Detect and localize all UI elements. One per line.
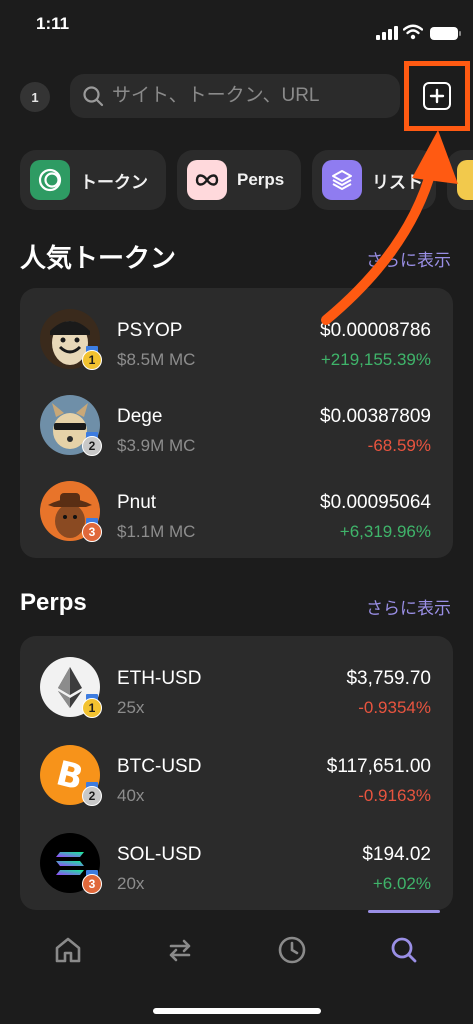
rank-badge-3: 3: [82, 518, 104, 542]
perp-name: BTC-USD: [117, 756, 202, 777]
perp-price: $117,651.00: [326, 756, 431, 777]
token-row-psyop[interactable]: 1 PSYOP $8.5M MC $0.00008786 +219,155.39…: [20, 296, 453, 382]
perp-change: -0.9354%: [358, 698, 431, 717]
token-change: +6,319.96%: [339, 522, 431, 541]
perp-change: -0.9163%: [358, 786, 431, 805]
chip-more[interactable]: [447, 150, 473, 210]
perp-row-btc[interactable]: B 2 BTC-USD 40x $117,651.00 -0.9163%: [20, 732, 453, 818]
chart-icon: [457, 160, 473, 200]
token-name: Dege: [117, 406, 163, 427]
nav-search-button[interactable]: [384, 930, 424, 970]
perp-name: ETH-USD: [117, 668, 202, 689]
token-change: -68.59%: [367, 436, 431, 455]
perp-price: $194.02: [362, 844, 431, 865]
token-name: Pnut: [117, 492, 157, 513]
chip-tokens-label: トークン: [80, 172, 148, 192]
cellular-signal-icon: [376, 26, 398, 40]
search-input[interactable]: [112, 85, 372, 107]
tab-count-button[interactable]: 1: [20, 82, 50, 112]
status-bar: 1:11: [0, 0, 473, 50]
layers-icon: [322, 160, 362, 200]
search-icon: [391, 937, 417, 963]
perp-name: SOL-USD: [117, 844, 202, 865]
nav-history-button[interactable]: [272, 930, 312, 970]
perp-row-sol[interactable]: 3 SOL-USD 20x $194.02 +6.02%: [20, 820, 453, 906]
battery-icon: [430, 27, 461, 40]
infinity-icon: [187, 160, 227, 200]
wifi-icon: [403, 24, 423, 40]
token-name: PSYOP: [117, 320, 183, 341]
token-market-cap: $8.5M MC: [117, 350, 196, 369]
new-tab-button[interactable]: [423, 82, 451, 110]
chip-tokens[interactable]: トークン: [20, 150, 166, 210]
rank-badge-1: 1: [82, 694, 104, 718]
popular-tokens-more-link[interactable]: さらに表示: [366, 246, 451, 271]
perp-row-eth[interactable]: 1 ETH-USD 25x $3,759.70 -0.9354%: [20, 644, 453, 730]
chip-perps[interactable]: Perps: [177, 150, 301, 210]
perps-card: 1 ETH-USD 25x $3,759.70 -0.9354% B 2 BTC…: [20, 636, 453, 910]
token-row-pnut[interactable]: 3 Pnut $1.1M MC $0.00095064 +6,319.96%: [20, 468, 453, 554]
perp-leverage: 20x: [117, 874, 145, 893]
chip-lists-label: リスト: [372, 172, 423, 192]
token-change: +219,155.39%: [320, 350, 431, 369]
chip-perps-label: Perps: [237, 170, 285, 189]
perp-leverage: 25x: [117, 698, 145, 717]
nav-active-indicator: [368, 910, 440, 913]
perps-more-link[interactable]: さらに表示: [366, 594, 451, 619]
rank-badge-3: 3: [82, 870, 104, 894]
token-row-dege[interactable]: 2 Dege $3.9M MC $0.00387809 -68.59%: [20, 382, 453, 468]
token-price: $0.00387809: [320, 406, 431, 427]
category-chips: トークン Perps リスト: [20, 150, 473, 210]
rank-badge-1: 1: [82, 346, 104, 370]
popular-tokens-card: 1 PSYOP $8.5M MC $0.00008786 +219,155.39…: [20, 288, 453, 558]
clock-icon: [278, 936, 306, 964]
token-price: $0.00095064: [320, 492, 431, 513]
rank-badge-2: 2: [82, 782, 104, 806]
nav-swap-button[interactable]: [160, 930, 200, 970]
swap-icon: [169, 939, 191, 962]
bottom-nav: [0, 910, 473, 1024]
perp-leverage: 40x: [117, 786, 145, 805]
search-icon: [83, 86, 104, 107]
search-bar[interactable]: [70, 74, 400, 118]
token-market-cap: $1.1M MC: [117, 522, 196, 541]
status-time: 1:11: [36, 14, 70, 33]
nav-home-button[interactable]: [48, 930, 88, 970]
perps-title: Perps: [20, 589, 87, 616]
rank-badge-2: 2: [82, 432, 104, 456]
perp-price: $3,759.70: [346, 668, 431, 689]
perp-change: +6.02%: [372, 874, 431, 893]
home-icon: [55, 937, 81, 963]
popular-tokens-title: 人気トークン: [20, 243, 177, 273]
plus-square-icon: [429, 88, 445, 104]
home-indicator: [153, 1008, 321, 1014]
token-price: $0.00008786: [320, 320, 431, 341]
chip-lists[interactable]: リスト: [312, 150, 436, 210]
token-market-cap: $3.9M MC: [117, 436, 196, 455]
token-icon: [30, 160, 70, 200]
